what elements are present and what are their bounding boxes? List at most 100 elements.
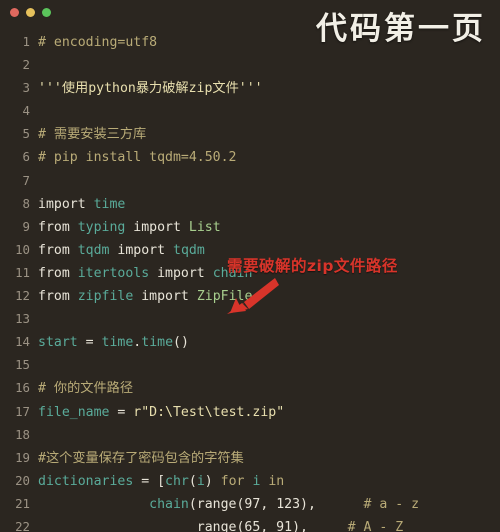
code-line[interactable]: 9 from typing import List <box>0 215 500 238</box>
code-token: i <box>196 473 205 489</box>
code-line[interactable]: 5 # 需要安装三方库 <box>0 122 500 145</box>
line-number: 10 <box>15 241 30 257</box>
code-token: #这个变量保存了密码包含的字符集 <box>38 450 244 466</box>
code-token: from <box>38 242 78 258</box>
code-token: () <box>173 335 189 351</box>
code-line[interactable]: 17 file_name = r"D:\Test\test.zip" <box>0 400 500 423</box>
code-token: import <box>149 265 213 281</box>
code-token: ( <box>188 473 197 489</box>
code-token: import <box>109 242 173 258</box>
code-line[interactable]: 14 start = time.time() <box>0 330 500 353</box>
code-text: from tqdm import tqdm <box>38 239 205 262</box>
code-editor-window: 代码第一页 1 # encoding=utf8 2 3 '''使用python暴力破解z… <box>0 0 500 532</box>
code-text: import time <box>38 193 125 216</box>
code-line[interactable]: 6 # pip install tqdm=4.50.2 <box>0 145 500 168</box>
code-text: from typing import List <box>38 216 221 239</box>
code-line[interactable]: 18 <box>0 423 500 446</box>
annotation-arrow-icon <box>227 278 279 314</box>
code-token: = <box>109 404 134 420</box>
code-token: from <box>38 289 78 305</box>
code-token: from <box>38 265 78 281</box>
line-number: 3 <box>22 80 30 96</box>
line-number: 9 <box>22 218 30 234</box>
line-number: 5 <box>22 126 30 142</box>
code-text: start = time.time() <box>38 331 189 354</box>
code-token: import <box>133 289 197 305</box>
code-token: for <box>220 473 253 489</box>
maximize-window-button[interactable] <box>42 7 51 17</box>
code-line[interactable]: 15 <box>0 353 500 376</box>
code-token: # 需要安装三方库 <box>38 127 147 143</box>
code-text: '''使用python暴力破解zip文件''' <box>38 77 263 100</box>
code-text: # pip install tqdm=4.50.2 <box>38 146 237 169</box>
code-line[interactable]: 7 <box>0 169 500 192</box>
code-token: typing <box>77 219 126 235</box>
code-token: ) <box>204 473 221 489</box>
code-text: # encoding=utf8 <box>38 31 157 54</box>
line-number: 11 <box>15 264 30 280</box>
line-number: 6 <box>22 149 30 165</box>
code-token: itertools <box>77 265 150 281</box>
code-token: import <box>38 196 94 212</box>
minimize-window-button[interactable] <box>26 7 35 17</box>
code-token: tqdm <box>173 242 205 258</box>
code-token: in <box>260 473 285 489</box>
code-line[interactable]: 20 dictionaries = [chr(i) for i in <box>0 469 500 492</box>
code-token: = <box>77 335 102 351</box>
code-token: time <box>141 335 174 351</box>
code-text: chain(range(97, 123), # a - z <box>38 493 419 516</box>
code-token: '''使用python暴力破解zip文件''' <box>38 81 263 97</box>
code-token: # 你的文件路径 <box>38 381 134 397</box>
code-token: List <box>188 219 221 235</box>
code-line[interactable]: 8 import time <box>0 192 500 215</box>
line-number: 2 <box>22 57 30 73</box>
line-number: 13 <box>15 311 30 327</box>
code-token: tqdm <box>77 242 110 258</box>
line-number: 19 <box>15 449 30 465</box>
code-token: time <box>101 335 134 351</box>
code-text: dictionaries = [chr(i) for i in <box>38 470 284 493</box>
annotation-label: 需要破解的zip文件路径 <box>227 257 398 275</box>
code-line[interactable]: 21 chain(range(97, 123), # a - z <box>0 492 500 515</box>
code-line[interactable]: 4 <box>0 99 500 122</box>
code-token: time <box>93 196 126 212</box>
code-token: # A - Z <box>307 519 404 532</box>
code-line[interactable]: 3 '''使用python暴力破解zip文件''' <box>0 76 500 99</box>
code-token: # pip install tqdm=4.50.2 <box>38 150 237 166</box>
code-token: r"D:\Test\test.zip" <box>133 404 285 420</box>
code-line[interactable]: 19 #这个变量保存了密码包含的字符集 <box>0 446 500 469</box>
code-text: # 你的文件路径 <box>38 377 133 400</box>
line-number: 14 <box>15 334 30 350</box>
line-number: 15 <box>15 357 30 373</box>
code-token: chain <box>149 496 189 512</box>
code-text: #这个变量保存了密码包含的字符集 <box>38 447 244 470</box>
line-number: 21 <box>15 495 30 511</box>
line-number: 1 <box>22 34 30 49</box>
code-token: file_name <box>38 404 110 420</box>
line-number: 20 <box>15 472 30 488</box>
code-token: zipfile <box>77 289 134 305</box>
code-token: # a - z <box>315 496 420 512</box>
code-token: dictionaries <box>38 473 134 489</box>
code-token: range(65, 91), <box>38 519 308 532</box>
code-token: # encoding=utf8 <box>38 35 158 50</box>
code-token: (range(97, 123), <box>188 496 316 512</box>
line-number: 8 <box>22 195 30 211</box>
code-token: start <box>38 335 78 351</box>
code-text: range(65, 91), # A - Z <box>38 516 403 532</box>
code-line[interactable]: 2 <box>0 53 500 76</box>
line-number: 4 <box>22 103 30 119</box>
code-text: file_name = r"D:\Test\test.zip" <box>38 401 284 424</box>
code-text: # 需要安装三方库 <box>38 123 146 146</box>
code-line[interactable]: 22 range(65, 91), # A - Z <box>0 515 500 532</box>
line-number: 17 <box>15 403 30 419</box>
code-line[interactable]: 1 # encoding=utf8 <box>0 30 500 53</box>
code-token: chr <box>165 473 189 489</box>
code-token: = [ <box>133 473 166 489</box>
line-number: 18 <box>15 426 30 442</box>
line-number: 7 <box>22 172 30 188</box>
code-line[interactable]: 16 # 你的文件路径 <box>0 376 500 399</box>
line-number: 16 <box>15 380 30 396</box>
close-window-button[interactable] <box>10 7 19 17</box>
